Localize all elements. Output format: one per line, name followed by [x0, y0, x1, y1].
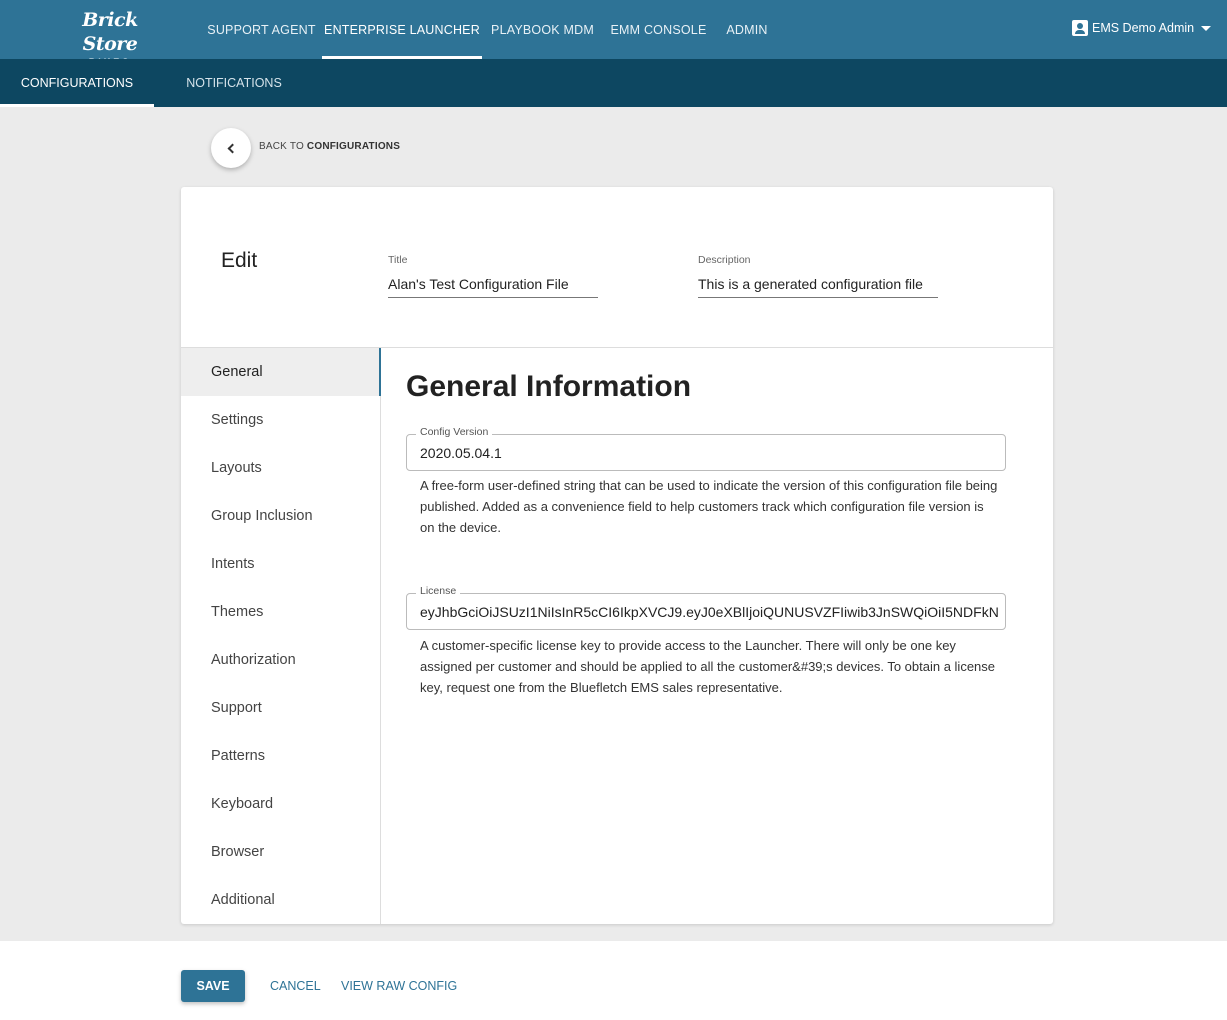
menu-item-layouts[interactable]: Layouts	[181, 444, 380, 492]
user-menu[interactable]: EMS Demo Admin	[1072, 18, 1212, 38]
back-button[interactable]	[211, 128, 251, 168]
nav-support-agent[interactable]: SUPPORT AGENT	[201, 0, 322, 59]
config-version-help: A free-form user-defined string that can…	[420, 478, 998, 535]
menu-item-authorization[interactable]: Authorization	[181, 636, 380, 684]
menu-item-settings[interactable]: Settings	[181, 396, 380, 444]
brand-logo[interactable]: Brick Store BIKES	[62, 8, 158, 67]
back-link[interactable]: BACK TO CONFIGURATIONS	[259, 141, 400, 152]
menu-item-keyboard[interactable]: Keyboard	[181, 780, 380, 828]
nav-enterprise-launcher[interactable]: ENTERPRISE LAUNCHER	[322, 0, 482, 59]
top-app-bar: Brick Store BIKES SUPPORT AGENT ENTERPRI…	[0, 0, 1227, 67]
save-button[interactable]: SAVE	[181, 970, 245, 1002]
license-help: A customer-specific license key to provi…	[420, 638, 996, 695]
description-field[interactable]: This is a generated configuration file	[698, 276, 938, 298]
nav-emm-console[interactable]: EMM CONSOLE	[603, 0, 714, 59]
section-heading: General Information	[406, 370, 692, 403]
nav-admin[interactable]: ADMIN	[714, 0, 780, 59]
menu-item-general[interactable]: General	[181, 348, 381, 396]
sub-nav-bar: CONFIGURATIONS NOTIFICATIONS	[0, 59, 1227, 107]
config-version-input[interactable]: 2020.05.04.1	[420, 445, 998, 461]
menu-item-group-inclusion[interactable]: Group Inclusion	[181, 492, 380, 540]
tab-configurations[interactable]: CONFIGURATIONS	[0, 59, 154, 107]
description-field-label: Description	[698, 254, 751, 266]
action-footer: SAVE CANCEL VIEW RAW CONFIG	[0, 941, 1227, 1020]
dropdown-caret-icon	[1201, 25, 1212, 31]
license-field[interactable]: License eyJhbGciOiJSUzI1NiIsInR5cCI6IkpX…	[406, 585, 1006, 630]
config-version-label: Config Version	[416, 426, 493, 438]
brand-name: Brick Store	[82, 9, 138, 55]
cancel-button[interactable]: CANCEL	[270, 970, 321, 1002]
menu-item-themes[interactable]: Themes	[181, 588, 380, 636]
menu-item-intents[interactable]: Intents	[181, 540, 380, 588]
view-raw-config-button[interactable]: VIEW RAW CONFIG	[341, 970, 457, 1002]
user-name: EMS Demo Admin	[1092, 21, 1195, 35]
menu-item-browser[interactable]: Browser	[181, 828, 380, 876]
back-prefix: BACK TO	[259, 141, 304, 152]
title-field[interactable]: Alan's Test Configuration File	[388, 276, 598, 298]
config-version-field[interactable]: Config Version 2020.05.04.1	[406, 426, 1006, 471]
license-input[interactable]: eyJhbGciOiJSUzI1NiIsInR5cCI6IkpXVCJ9.eyJ…	[420, 604, 998, 620]
license-label: License	[416, 585, 461, 597]
title-field-label: Title	[388, 254, 408, 266]
menu-item-support[interactable]: Support	[181, 684, 380, 732]
back-target: CONFIGURATIONS	[306, 141, 401, 152]
edit-card: Edit Title Alan's Test Configuration Fil…	[181, 187, 1053, 924]
section-menu: General Settings Layouts Group Inclusion…	[181, 348, 381, 924]
nav-playbook-mdm[interactable]: PLAYBOOK MDM	[482, 0, 603, 59]
account-box-icon	[1072, 20, 1088, 36]
page-title: Edit	[221, 249, 258, 272]
menu-item-additional[interactable]: Additional	[181, 876, 380, 924]
tab-notifications[interactable]: NOTIFICATIONS	[172, 59, 296, 107]
menu-item-patterns[interactable]: Patterns	[181, 732, 380, 780]
chevron-left-icon	[227, 143, 238, 153]
